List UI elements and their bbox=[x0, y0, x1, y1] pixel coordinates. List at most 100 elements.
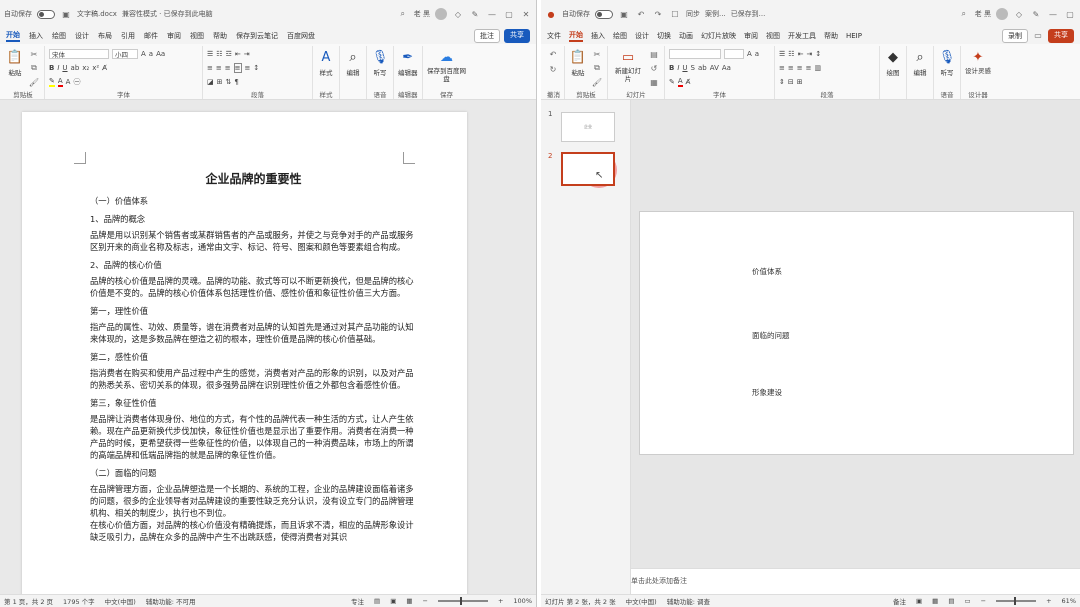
bold-icon[interactable]: B bbox=[49, 64, 54, 72]
italic-icon[interactable]: I bbox=[677, 64, 679, 72]
word-comments-button[interactable]: 批注 bbox=[474, 29, 500, 43]
notes-button[interactable]: 备注 bbox=[893, 596, 906, 606]
word-tab-baidu[interactable]: 百度网盘 bbox=[287, 31, 315, 41]
line-spacing-icon[interactable]: ↕ bbox=[815, 50, 821, 58]
pen-icon[interactable]: ✎ bbox=[1030, 8, 1042, 20]
print-layout-icon[interactable]: ▣ bbox=[390, 597, 396, 605]
page-count[interactable]: 第 1 页，共 2 页 bbox=[4, 596, 53, 606]
strikethrough-icon[interactable]: ab bbox=[698, 64, 707, 72]
shading-icon[interactable]: ◪ bbox=[207, 78, 214, 86]
word-count[interactable]: 1795 个字 bbox=[63, 596, 95, 606]
ppt-accessibility[interactable]: 辅助功能: 调查 bbox=[667, 596, 710, 606]
web-layout-icon[interactable]: ▦ bbox=[406, 597, 412, 605]
enclose-char-icon[interactable]: ㊀ bbox=[73, 77, 80, 87]
search-icon[interactable]: ⌕ bbox=[958, 8, 970, 20]
align-right-icon[interactable]: ≡ bbox=[225, 64, 231, 72]
format-painter-icon[interactable]: 🖌 bbox=[591, 76, 603, 88]
diamond-icon[interactable]: ◇ bbox=[452, 8, 464, 20]
zoom-slider[interactable] bbox=[437, 597, 488, 605]
zoom-out-icon[interactable]: − bbox=[981, 597, 986, 605]
ppt-editing-button[interactable]: ⌕ 编辑 bbox=[911, 48, 929, 78]
close-icon[interactable]: ✕ bbox=[520, 8, 532, 20]
spacing-icon[interactable]: AV bbox=[710, 64, 719, 72]
reset-icon[interactable]: ↺ bbox=[648, 62, 660, 74]
ppt-tab-slideshow[interactable]: 幻灯片放映 bbox=[701, 31, 736, 41]
word-font-name[interactable]: 宋体 bbox=[49, 49, 109, 59]
ppt-tab-animations[interactable]: 动画 bbox=[679, 31, 693, 41]
zoom-in-icon[interactable]: + bbox=[498, 597, 503, 605]
word-tab-help[interactable]: 帮助 bbox=[213, 31, 227, 41]
undo-icon[interactable]: ↶ bbox=[547, 48, 559, 60]
ppt-dictate-button[interactable]: 🎙 听写 bbox=[938, 48, 956, 78]
ppt-tab-help[interactable]: 帮助 bbox=[824, 31, 838, 41]
ppt-tab-transitions[interactable]: 切换 bbox=[657, 31, 671, 41]
slide-sorter-icon[interactable]: ▦ bbox=[932, 597, 938, 605]
maximize-icon[interactable]: ▢ bbox=[1064, 8, 1076, 20]
ppt-font-name[interactable] bbox=[669, 49, 721, 59]
word-tab-mailings[interactable]: 邮件 bbox=[144, 31, 158, 41]
slide-count[interactable]: 幻灯片 第 2 张，共 2 张 bbox=[545, 596, 616, 606]
zoom-out-icon[interactable]: − bbox=[423, 597, 428, 605]
change-case-icon[interactable]: Aa bbox=[722, 64, 731, 72]
word-paste-button[interactable]: 📋 粘贴 bbox=[6, 48, 24, 78]
shadow-icon[interactable]: S bbox=[691, 64, 695, 72]
numbering-icon[interactable]: ☷ bbox=[216, 50, 222, 58]
copy-icon[interactable]: ⧉ bbox=[28, 62, 40, 74]
decrease-indent-icon[interactable]: ⇤ bbox=[798, 50, 804, 58]
word-language[interactable]: 中文(中国) bbox=[105, 596, 136, 606]
align-left-icon[interactable]: ≡ bbox=[779, 64, 785, 72]
diamond-icon[interactable]: ◇ bbox=[1013, 8, 1025, 20]
word-page[interactable]: 企业品牌的重要性 （一）价值体系 1、品牌的概念 品牌是用以识别某个销售者或某群销售… bbox=[22, 112, 467, 594]
ppt-zoom-level[interactable]: 61% bbox=[1062, 597, 1076, 605]
superscript-icon[interactable]: x² bbox=[92, 64, 99, 72]
word-tab-references[interactable]: 引用 bbox=[121, 31, 135, 41]
new-slide-button[interactable]: ▭ 新建幻灯片 bbox=[612, 48, 644, 84]
distribute-icon[interactable]: ≡ bbox=[245, 64, 251, 72]
change-case-icon[interactable]: Aa bbox=[156, 50, 165, 58]
increase-indent-icon[interactable]: ⇥ bbox=[806, 50, 812, 58]
word-accessibility[interactable]: 辅助功能: 不可用 bbox=[146, 596, 196, 606]
align-center-icon[interactable]: ≡ bbox=[788, 64, 794, 72]
checkbox-icon[interactable]: ☐ bbox=[669, 8, 681, 20]
underline-icon[interactable]: U bbox=[682, 64, 687, 72]
layout-icon[interactable]: ▤ bbox=[648, 48, 660, 60]
maximize-icon[interactable]: ▢ bbox=[503, 8, 515, 20]
smartart-icon[interactable]: ⊞ bbox=[797, 78, 803, 86]
minimize-icon[interactable]: — bbox=[1047, 8, 1059, 20]
line-spacing-icon[interactable]: ↕ bbox=[253, 64, 259, 72]
word-tab-insert[interactable]: 插入 bbox=[29, 31, 43, 41]
section-icon[interactable]: ▦ bbox=[648, 76, 660, 88]
justify-icon[interactable]: ≡ bbox=[806, 64, 812, 72]
zoom-in-icon[interactable]: + bbox=[1046, 597, 1051, 605]
ppt-paste-button[interactable]: 📋 粘贴 bbox=[569, 48, 587, 78]
font-shrink-icon[interactable]: a bbox=[149, 50, 153, 58]
ppt-tab-home[interactable]: 开始 bbox=[569, 30, 583, 42]
columns-icon[interactable]: ▥ bbox=[815, 64, 822, 72]
word-tab-layout[interactable]: 布局 bbox=[98, 31, 112, 41]
comment-icon[interactable]: ▭ bbox=[1032, 29, 1044, 41]
redo-icon[interactable]: ↻ bbox=[547, 63, 559, 75]
notes-pane[interactable]: 单击此处添加备注 bbox=[631, 568, 1080, 594]
slide-text-value-system[interactable]: 价值体系 bbox=[752, 266, 782, 277]
strikethrough-icon[interactable]: ab bbox=[71, 64, 80, 72]
font-grow-icon[interactable]: A bbox=[141, 50, 146, 58]
borders-icon[interactable]: ⊞ bbox=[217, 78, 223, 86]
slide-thumbnail-pane[interactable]: 1 企业 2 ↖ bbox=[541, 100, 631, 594]
ppt-tab-file[interactable]: 文件 bbox=[547, 31, 561, 41]
numbering-icon[interactable]: ☷ bbox=[788, 50, 794, 58]
focus-button[interactable]: 专注 bbox=[351, 596, 364, 606]
read-mode-icon[interactable]: ▤ bbox=[374, 597, 380, 605]
slide-thumbnail-1[interactable]: 企业 bbox=[561, 112, 615, 142]
subscript-icon[interactable]: x₂ bbox=[82, 64, 89, 72]
word-tab-cloudnote[interactable]: 保存到云笔记 bbox=[236, 31, 278, 41]
word-dictate-button[interactable]: 🎙 听写 bbox=[371, 48, 389, 78]
word-tab-design[interactable]: 设计 bbox=[75, 31, 89, 41]
ppt-tab-review[interactable]: 审阅 bbox=[744, 31, 758, 41]
format-painter-icon[interactable]: 🖌 bbox=[28, 76, 40, 88]
font-color-icon[interactable]: A bbox=[677, 77, 683, 87]
reading-view-icon[interactable]: ▤ bbox=[948, 597, 954, 605]
zoom-slider[interactable] bbox=[996, 597, 1037, 605]
slide-thumbnail-2[interactable] bbox=[561, 152, 615, 186]
align-left-icon[interactable]: ≡ bbox=[207, 64, 213, 72]
ppt-tab-draw[interactable]: 绘图 bbox=[613, 31, 627, 41]
